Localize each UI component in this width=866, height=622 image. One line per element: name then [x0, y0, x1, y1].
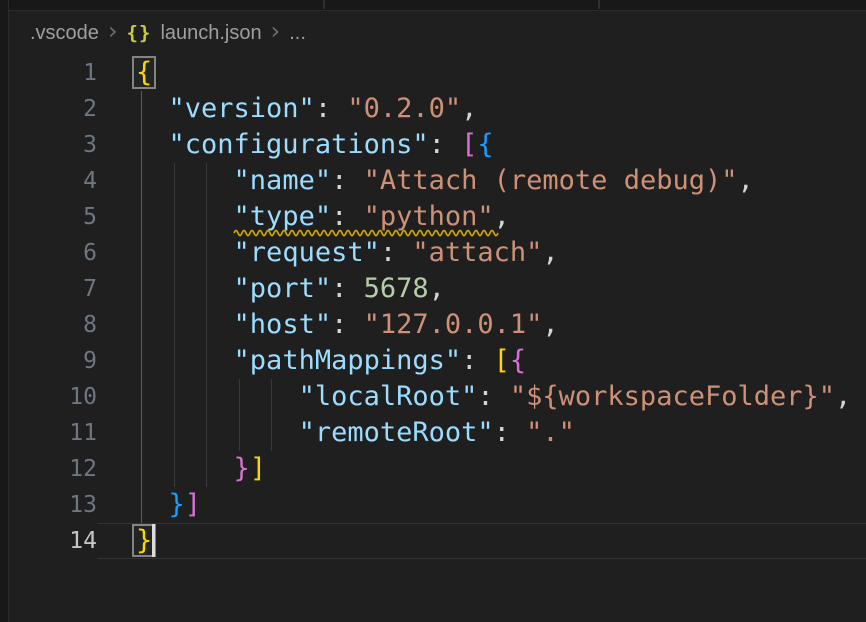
code-line[interactable]: 6 "request": "attach",: [9, 235, 866, 271]
code-text: }]: [136, 451, 266, 487]
code-line[interactable]: 7 "port": 5678,: [9, 271, 866, 307]
code-text: }: [136, 523, 152, 559]
line-number[interactable]: 2: [9, 91, 97, 127]
code-line[interactable]: 1{: [9, 55, 866, 91]
chevron-right-icon: ›: [271, 21, 281, 41]
breadcrumb-item-file[interactable]: launch.json: [160, 22, 261, 45]
line-number[interactable]: 7: [9, 271, 97, 307]
line-number[interactable]: 1: [9, 55, 97, 91]
breadcrumb: .vscode › {} launch.json › ...: [9, 11, 866, 55]
line-number[interactable]: 9: [9, 343, 97, 379]
editor-code-area[interactable]: 1{2 "version": "0.2.0",3 "configurations…: [9, 55, 866, 622]
code-text: "localRoot": "${workspaceFolder}",: [136, 379, 851, 415]
breadcrumb-item-folder[interactable]: .vscode: [30, 22, 99, 45]
line-number[interactable]: 10: [9, 379, 97, 415]
code-line[interactable]: 14}: [9, 523, 866, 559]
code-text: "request": "attach",: [136, 235, 559, 271]
code-line[interactable]: 10 "localRoot": "${workspaceFolder}",: [9, 379, 866, 415]
code-text: "name": "Attach (remote debug)",: [136, 163, 754, 199]
code-text: "host": "127.0.0.1",: [136, 307, 559, 343]
json-braces-icon: {}: [127, 22, 152, 44]
code-line[interactable]: 3 "configurations": [{: [9, 127, 866, 163]
line-number[interactable]: 3: [9, 127, 97, 163]
code-line[interactable]: 12 }]: [9, 451, 866, 487]
line-number[interactable]: 8: [9, 307, 97, 343]
code-text: "configurations": [{: [136, 127, 494, 163]
tab-bar[interactable]: [9, 0, 866, 11]
code-text: {: [136, 55, 152, 91]
line-number[interactable]: 11: [9, 415, 97, 451]
line-number[interactable]: 12: [9, 451, 97, 487]
code-line[interactable]: 13 }]: [9, 487, 866, 523]
vscode-editor-window: .vscode › {} launch.json › ... 1{2 "vers…: [0, 0, 866, 622]
code-text: "pathMappings": [{: [136, 343, 526, 379]
code-line[interactable]: 8 "host": "127.0.0.1",: [9, 307, 866, 343]
text-cursor: [152, 524, 155, 557]
line-number[interactable]: 5: [9, 199, 97, 235]
code-line[interactable]: 11 "remoteRoot": ".": [9, 415, 866, 451]
line-number[interactable]: 13: [9, 487, 97, 523]
code-line[interactable]: 9 "pathMappings": [{: [9, 343, 866, 379]
chevron-right-icon: ›: [108, 21, 118, 41]
breadcrumb-symbol-ellipsis[interactable]: ...: [289, 22, 306, 45]
tab-separator: [598, 0, 600, 9]
line-number[interactable]: 14: [9, 523, 97, 559]
code-line[interactable]: 4 "name": "Attach (remote debug)",: [9, 163, 866, 199]
code-lines: 1{2 "version": "0.2.0",3 "configurations…: [9, 55, 866, 559]
code-text: }]: [136, 487, 201, 523]
code-text: "remoteRoot": ".": [136, 415, 575, 451]
line-number[interactable]: 6: [9, 235, 97, 271]
code-line[interactable]: 5 "type": "python",: [9, 199, 866, 235]
code-line[interactable]: 2 "version": "0.2.0",: [9, 91, 866, 127]
line-number[interactable]: 4: [9, 163, 97, 199]
window-left-edge: [0, 0, 9, 622]
code-text: "version": "0.2.0",: [136, 91, 477, 127]
code-text: "port": 5678,: [136, 271, 445, 307]
current-line-highlight: [97, 523, 866, 559]
tab-separator: [323, 0, 325, 9]
